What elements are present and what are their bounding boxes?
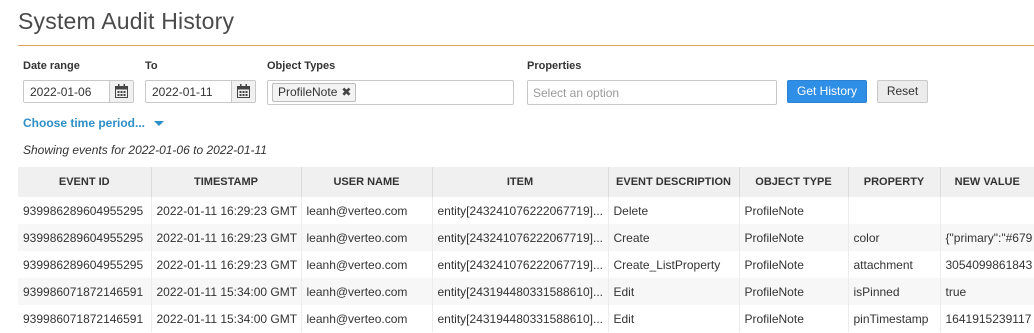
to-label: To (145, 60, 158, 72)
cell-event-description: Edit (608, 278, 740, 305)
cell-new-value (940, 197, 1034, 224)
table-header-row: EVENT ID TIMESTAMP USER NAME ITEM EVENT … (18, 167, 1034, 197)
cell-object-type: ProfileNote (739, 305, 849, 332)
cell-timestamp: 2022-01-11 16:29:23 GMT (151, 197, 302, 224)
cell-new-value: {"primary":"#679 (940, 224, 1034, 251)
column-header-new-value[interactable]: NEW VALUE (940, 167, 1034, 197)
column-header-property[interactable]: PROPERTY (848, 167, 941, 197)
cell-property: pinTimestamp (848, 305, 941, 332)
object-types-label: Object Types (267, 60, 336, 72)
date-range-label: Date range (23, 60, 80, 72)
cell-object-type: ProfileNote (739, 197, 849, 224)
cell-event-description: Create_ListProperty (608, 251, 740, 278)
audit-table: EVENT ID TIMESTAMP USER NAME ITEM EVENT … (18, 167, 1034, 332)
date-from-field[interactable]: 2022-01-06 (23, 80, 134, 103)
cell-event-description: Edit (608, 305, 740, 332)
cell-user-name: leanh@verteo.com (301, 197, 433, 224)
cell-event-id: 939986071872146591 (18, 305, 152, 332)
cell-new-value: 3054099861843 (945, 257, 1033, 272)
cell-object-type: ProfileNote (739, 278, 849, 305)
cell-event-id: 939986289604955295 (18, 197, 152, 224)
column-header-event-description[interactable]: EVENT DESCRIPTION (608, 167, 740, 197)
calendar-icon[interactable] (231, 81, 255, 102)
cell-event-id: 939986289604955295 (18, 251, 152, 278)
table-row[interactable]: 939986071872146591 2022-01-11 15:34:00 G… (18, 278, 1034, 305)
date-from-value: 2022-01-06 (30, 85, 92, 99)
cell-timestamp: 2022-01-11 15:34:00 GMT (151, 305, 302, 332)
cell-user-name: leanh@verteo.com (301, 305, 433, 332)
column-header-object-type[interactable]: OBJECT TYPE (739, 167, 849, 197)
date-to-field[interactable]: 2022-01-11 (145, 80, 256, 103)
table-row[interactable]: 939986289604955295 2022-01-11 16:29:23 G… (18, 197, 1034, 224)
get-history-button[interactable]: Get History (787, 80, 867, 103)
cell-event-id: 939986071872146591 (18, 278, 152, 305)
table-row[interactable]: 939986289604955295 2022-01-11 16:29:23 G… (18, 224, 1034, 251)
cell-user-name: leanh@verteo.com (301, 224, 433, 251)
properties-label: Properties (527, 60, 582, 72)
object-type-chip-label: ProfileNote (278, 85, 338, 99)
cell-item: entity[243241076222067719]... (432, 197, 609, 224)
cell-new-value: 1641915239117 (945, 311, 1032, 326)
cell-item: entity[243194480331588610]... (432, 305, 609, 332)
properties-select[interactable]: Select an option (527, 80, 777, 105)
cell-item: entity[243241076222067719]... (432, 251, 609, 278)
cell-event-description: Create (608, 224, 740, 251)
choose-time-period-link[interactable]: Choose time period... (23, 116, 164, 130)
column-header-event-id[interactable]: EVENT ID (18, 167, 152, 197)
cell-property: attachment (848, 251, 941, 278)
cell-property (848, 197, 941, 224)
time-period-label: Choose time period... (23, 116, 146, 130)
close-icon[interactable]: ✖ (341, 84, 351, 101)
cell-property: isPinned (848, 278, 941, 305)
cell-timestamp: 2022-01-11 15:34:00 GMT (151, 278, 302, 305)
cell-timestamp: 2022-01-11 16:29:23 GMT (151, 251, 302, 278)
date-to-value: 2022-01-11 (152, 85, 213, 99)
column-header-item[interactable]: ITEM (432, 167, 609, 197)
column-header-user-name[interactable]: USER NAME (301, 167, 433, 197)
table-row[interactable]: 939986289604955295 2022-01-11 16:29:23 G… (18, 251, 1034, 278)
object-types-select[interactable]: ProfileNote ✖ (267, 80, 514, 105)
object-type-chip: ProfileNote ✖ (272, 83, 357, 102)
page-title: System Audit History (18, 8, 235, 34)
cell-item: entity[243241076222067719]... (432, 224, 609, 251)
cell-object-type: ProfileNote (739, 251, 849, 278)
calendar-icon[interactable] (109, 81, 133, 102)
title-divider (18, 45, 1034, 46)
header: System Audit History (0, 0, 1034, 44)
cell-timestamp: 2022-01-11 16:29:23 GMT (151, 224, 302, 251)
properties-placeholder: Select an option (533, 86, 620, 100)
cell-event-id: 939986289604955295 (18, 224, 152, 251)
cell-new-value: true (940, 278, 1034, 305)
cell-user-name: leanh@verteo.com (301, 251, 433, 278)
column-header-timestamp[interactable]: TIMESTAMP (151, 167, 302, 197)
reset-button[interactable]: Reset (877, 80, 928, 103)
showing-events-text: Showing events for 2022-01-06 to 2022-01… (23, 143, 267, 157)
chevron-down-icon (154, 121, 164, 126)
table-row[interactable]: 939986071872146591 2022-01-11 15:34:00 G… (18, 305, 1034, 332)
cell-event-description: Delete (608, 197, 740, 224)
cell-property: color (848, 224, 941, 251)
cell-object-type: ProfileNote (739, 224, 849, 251)
cell-user-name: leanh@verteo.com (301, 278, 433, 305)
cell-item: entity[243194480331588610]... (432, 278, 609, 305)
